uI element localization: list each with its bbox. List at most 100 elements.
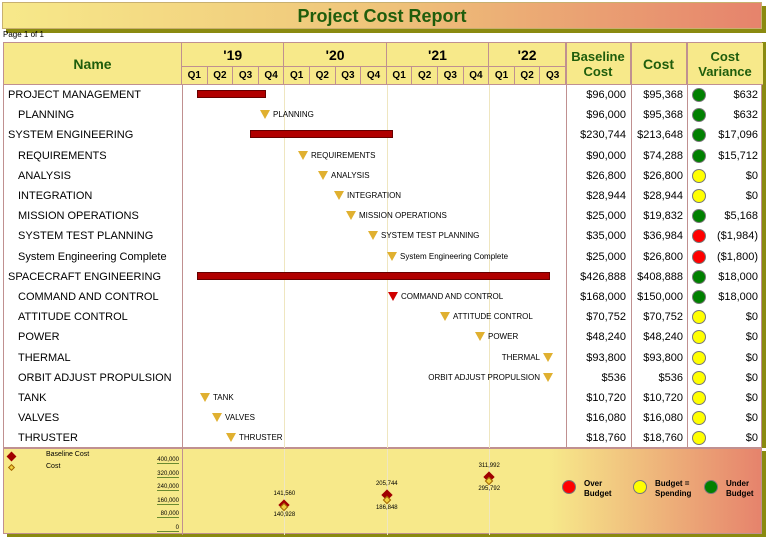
task-name[interactable]: VALVES [18,412,59,424]
status-over-legend-icon [562,480,576,494]
cost-variance: $0 [745,190,758,202]
table-row[interactable]: THRUSTER THRUSTER $18,760 $18,760 $0 [4,428,763,448]
milestone-label: REQUIREMENTS [311,150,376,160]
task-name[interactable]: ORBIT ADJUST PROPULSION [18,372,172,384]
cost-variance: $5,168 [724,210,758,223]
milestone-icon[interactable] [346,211,356,221]
baseline-legend-icon [6,451,17,462]
table-row[interactable]: VALVES VALVES $16,080 $16,080 $0 [4,408,763,428]
baseline-cost: $70,752 [586,311,626,324]
milestone-label: THERMAL [501,352,540,362]
status-legend-label: Budget = Spending [655,479,692,498]
cost-value-label: 140,928 [273,512,296,519]
header-name: Name [4,43,182,85]
milestone-icon[interactable] [298,150,308,160]
milestone-icon[interactable] [260,110,270,120]
cost-value-label: 186,848 [375,504,398,511]
baseline-cost: $26,800 [586,169,626,182]
task-name[interactable]: THERMAL [18,352,71,364]
baseline-cost: $28,944 [586,190,626,202]
task-name[interactable]: POWER [18,331,60,343]
status-under-legend-icon [704,480,718,494]
milestone-icon[interactable] [318,170,328,180]
cost: $95,368 [643,89,683,101]
table-row[interactable]: REQUIREMENTS REQUIREMENTS $90,000 $74,288 $1… [4,146,763,166]
milestone-icon[interactable] [388,292,398,301]
table-row[interactable]: COMMAND AND CONTROL COMMAND AND CONTROL $1… [4,287,763,307]
cost-variance: $0 [745,311,758,324]
task-name[interactable]: PROJECT MANAGEMENT [8,89,141,101]
table-row[interactable]: MISSION OPERATIONS MISSION OPERATIONS $25,… [4,206,763,226]
milestone-icon[interactable] [543,372,553,382]
legend-baseline: Baseline Cost [46,451,90,458]
table-row[interactable]: ORBIT ADJUST PROPULSION ORBIT ADJUST PROP… [4,368,763,388]
baseline-value-label: 311,992 [478,462,500,469]
cost: $93,800 [643,351,683,364]
task-name[interactable]: THRUSTER [18,432,78,444]
milestone-icon[interactable] [226,433,236,443]
task-name[interactable]: SYSTEM TEST PLANNING [18,230,153,242]
cost-variance: $0 [745,331,758,344]
task-name[interactable]: PLANNING [18,109,74,121]
status-legend-label: Under Budget [726,479,754,498]
cost-variance: $0 [745,392,758,404]
table-row[interactable]: System Engineering Complete System Engine… [4,247,763,267]
milestone-icon[interactable] [387,251,397,261]
header-year: '20 [284,43,387,67]
cost: $10,720 [643,392,683,404]
table-row[interactable]: ATTITUDE CONTROL ATTITUDE CONTROL $70,752 $… [4,307,763,327]
table-row[interactable]: TANK TANK $10,720 $10,720 $0 [4,388,763,408]
milestone-icon[interactable] [475,332,485,342]
cost: $28,944 [643,190,683,202]
milestone-icon[interactable] [368,231,378,241]
header-baseline-cost: Baseline Cost [566,43,631,85]
task-name[interactable]: System Engineering Complete [18,251,167,263]
milestone-icon[interactable] [212,413,222,423]
cost: $213,648 [637,129,683,142]
task-name[interactable]: SYSTEM ENGINEERING [8,129,133,141]
cost: $74,288 [643,149,683,162]
table-row[interactable]: ANALYSIS ANALYSIS $26,800 $26,800 $0 [4,166,763,186]
summary-bar[interactable] [197,90,266,98]
axis-tick: 0 [157,525,179,532]
task-name[interactable]: ANALYSIS [18,170,71,182]
task-name[interactable]: INTEGRATION [18,190,92,202]
cost: $70,752 [643,311,683,324]
task-name[interactable]: SPACECRAFT ENGINEERING [8,271,161,283]
table-row[interactable]: SPACECRAFT ENGINEERING $426,888 $408,888 $1… [4,267,763,287]
cost-variance: $17,096 [718,129,758,142]
axis-tick: 320,000 [157,470,179,478]
cost-variance: $632 [733,109,758,122]
cost-variance: $0 [745,412,758,425]
table-row[interactable]: POWER POWER $48,240 $48,240 $0 [4,327,763,347]
axis-tick: 240,000 [157,484,179,491]
cost: $408,888 [637,270,683,283]
table-row[interactable]: THERMAL THERMAL $93,800 $93,800 $0 [4,348,763,368]
summary-bar[interactable] [197,271,550,280]
table-row[interactable]: INTEGRATION INTEGRATION $28,944 $28,944 $0 [4,186,763,206]
baseline-cost: $48,240 [586,331,626,344]
table-row[interactable]: PROJECT MANAGEMENT $96,000 $95,368 $632 [4,85,763,105]
table-row[interactable]: SYSTEM ENGINEERING $230,744 $213,648 $17,09… [4,125,763,145]
task-name[interactable]: COMMAND AND CONTROL [18,291,159,303]
header-year: '19 [182,43,285,67]
status-legend-label: Over Budget [584,479,612,498]
baseline-cost: $96,000 [586,89,626,101]
milestone-icon[interactable] [440,312,450,322]
table-row[interactable]: PLANNING PLANNING $96,000 $95,368 $632 [4,105,763,125]
task-name[interactable]: MISSION OPERATIONS [18,210,139,222]
header-quarter: Q1 [182,67,208,85]
task-name[interactable]: TANK [18,392,47,404]
milestone-icon[interactable] [200,393,210,402]
cost: $95,368 [643,109,683,122]
header-cost: Cost [631,43,687,85]
task-name[interactable]: REQUIREMENTS [18,150,107,162]
cost-variance: ($1,800) [717,250,758,263]
summary-bar[interactable] [250,130,393,139]
milestone-icon[interactable] [334,191,344,200]
table-row[interactable]: SYSTEM TEST PLANNING SYSTEM TEST PLANNING… [4,226,763,246]
milestone-icon[interactable] [543,352,553,362]
milestone-label: System Engineering Complete [400,251,509,261]
task-name[interactable]: ATTITUDE CONTROL [18,311,128,323]
cost: $26,800 [643,169,683,182]
